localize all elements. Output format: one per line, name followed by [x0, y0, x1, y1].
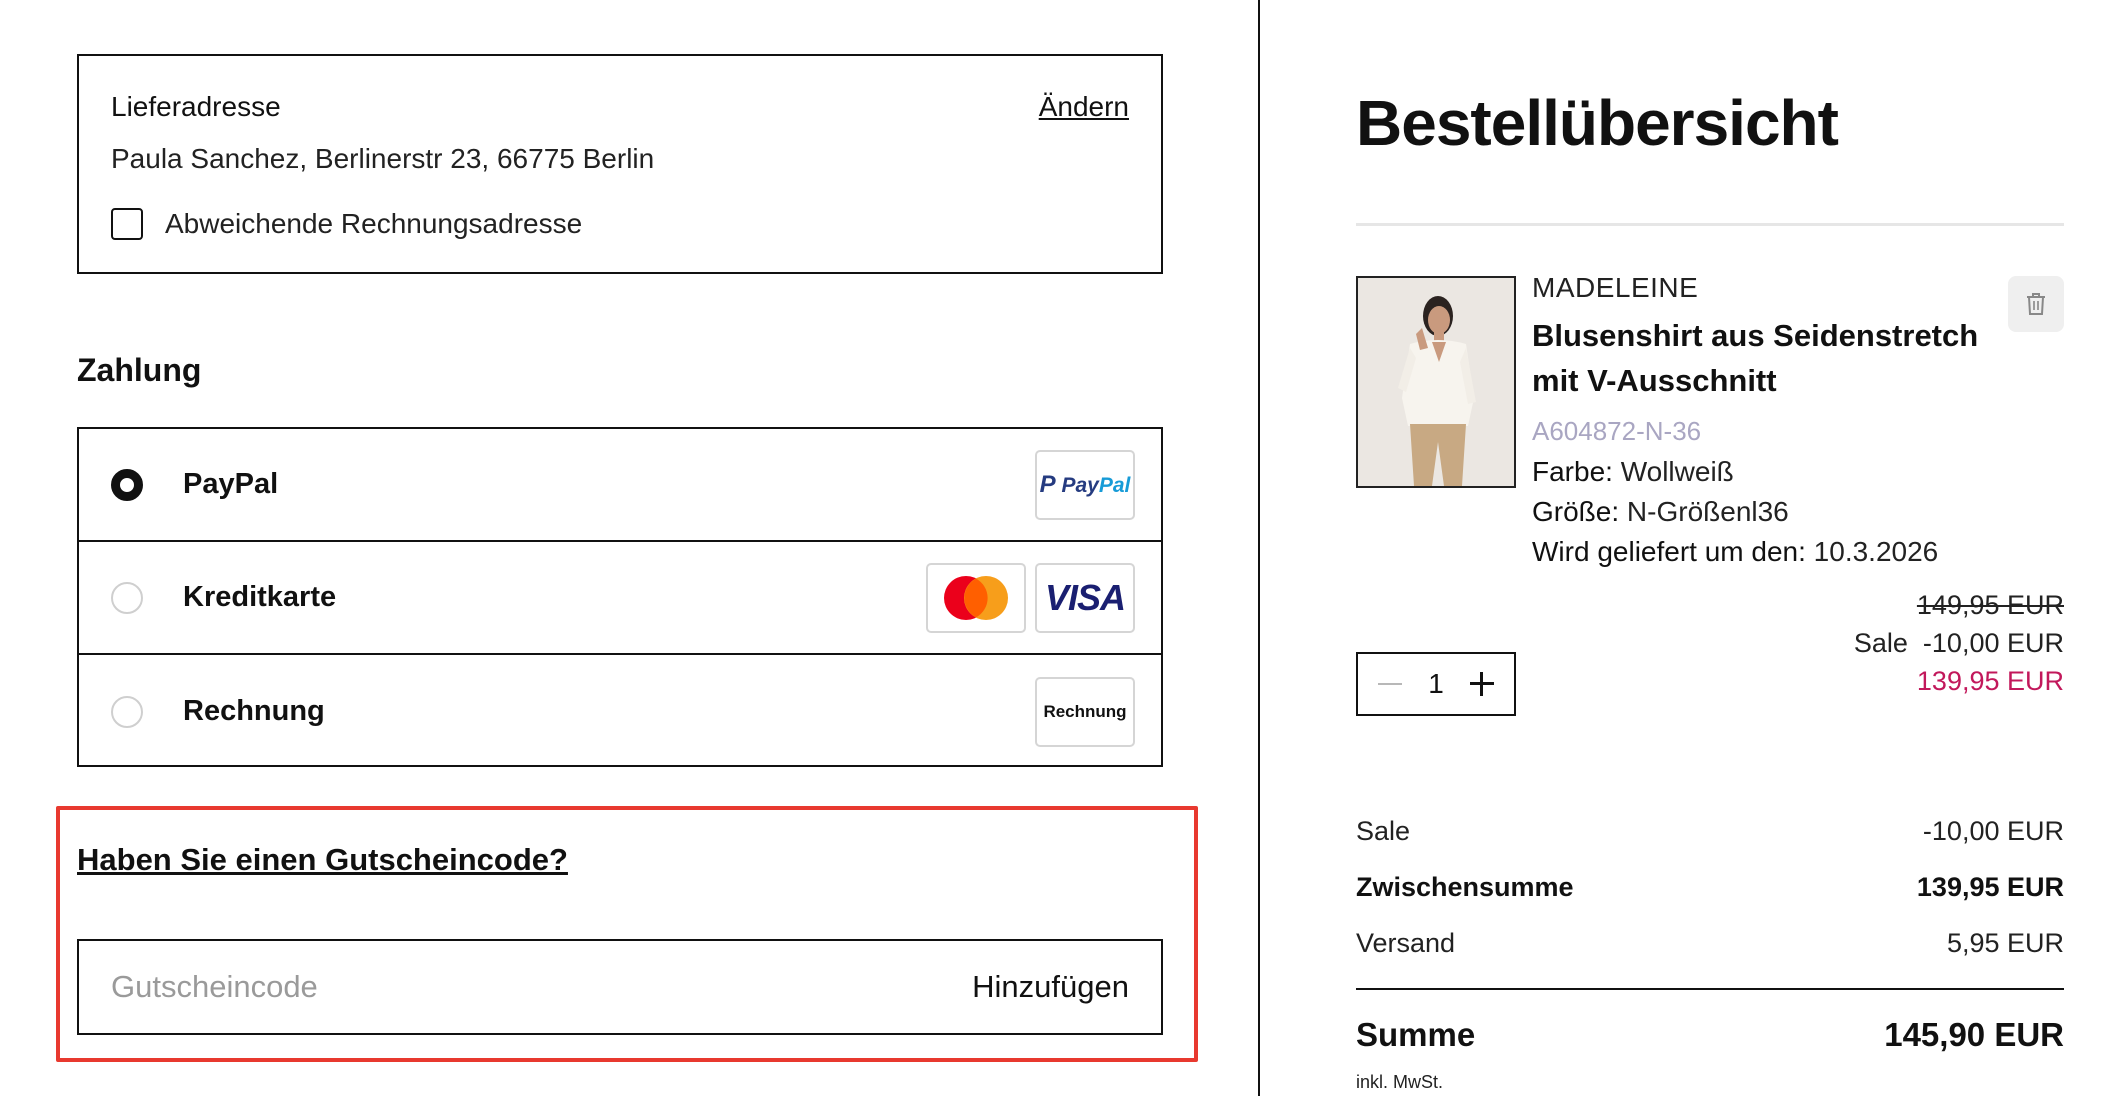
- payment-option-creditcard[interactable]: Kreditkarte VISA: [79, 542, 1161, 655]
- totals-shipping-row: Versand 5,95 EUR: [1356, 928, 2064, 958]
- payment-option-invoice[interactable]: Rechnung Rechnung: [79, 655, 1161, 768]
- totals-divider: [1356, 988, 2064, 990]
- totals-sale-row: Sale -10,00 EUR: [1356, 816, 2064, 846]
- billing-address-checkbox[interactable]: [111, 208, 143, 240]
- checkout-left-column: Lieferadresse Ändern Paula Sanchez, Berl…: [0, 0, 1258, 1096]
- sale-price: 139,95 EUR: [1916, 666, 2064, 696]
- order-summary-column: Bestellübersicht MADELEINE Blusenshirt a…: [1260, 0, 2106, 1096]
- original-price: 149,95 EUR: [1916, 590, 2064, 620]
- trash-icon: [2027, 293, 2045, 315]
- paypal-logo-icon: P PayPal: [1035, 449, 1135, 520]
- invoice-logo-icon: Rechnung: [1035, 676, 1135, 747]
- mastercard-logo-icon: [926, 562, 1026, 633]
- sum-label: Summe: [1356, 1016, 1476, 1053]
- creditcard-radio[interactable]: [111, 581, 143, 614]
- order-summary-title: Bestellübersicht: [1356, 87, 1839, 159]
- quantity-decrease-button[interactable]: [1376, 670, 1404, 698]
- product-sku: A604872-N-36: [1532, 416, 1702, 446]
- product-delivery-date: Wird geliefert um den: 10.3.2026: [1532, 536, 1939, 567]
- quantity-stepper: 1: [1356, 652, 1516, 716]
- product-name[interactable]: Blusenshirt aus Seidenstretch mit V-Auss…: [1532, 313, 2002, 403]
- delivery-address-text: Paula Sanchez, Berlinerstr 23, 66775 Ber…: [111, 143, 655, 174]
- payment-section-title: Zahlung: [77, 352, 202, 388]
- payment-options: PayPal P PayPal Kreditkarte VISA Rechnun…: [77, 427, 1163, 767]
- totals-subtotal-row: Zwischensumme 139,95 EUR: [1356, 872, 2064, 902]
- invoice-radio[interactable]: [111, 695, 143, 728]
- vat-note: inkl. MwSt.: [1356, 1072, 1444, 1092]
- billing-address-toggle[interactable]: Abweichende Rechnungsadresse: [111, 208, 582, 240]
- product-brand: MADELEINE: [1532, 272, 1699, 303]
- coupon-add-button[interactable]: Hinzufügen: [972, 969, 1129, 1005]
- checkout-page: Lieferadresse Ändern Paula Sanchez, Berl…: [0, 0, 2106, 1096]
- product-image[interactable]: [1356, 276, 1516, 488]
- change-address-link[interactable]: Ändern: [1039, 91, 1129, 123]
- creditcard-label: Kreditkarte: [183, 581, 337, 613]
- quantity-value: 1: [1428, 668, 1444, 699]
- paypal-label: PayPal: [183, 468, 279, 500]
- paypal-radio[interactable]: [111, 468, 143, 501]
- coupon-input[interactable]: [111, 969, 973, 1005]
- item-sale-discount: Sale -10,00 EUR: [1853, 628, 2064, 658]
- coupon-title-link[interactable]: Haben Sie einen Gutscheincode?: [77, 842, 568, 878]
- billing-address-label: Abweichende Rechnungsadresse: [165, 208, 583, 239]
- delivery-address-box: Lieferadresse Ändern Paula Sanchez, Berl…: [77, 54, 1163, 274]
- totals-sum-row: Summe 145,90 EUR: [1356, 1016, 2064, 1054]
- coupon-field: Hinzufügen: [77, 939, 1163, 1035]
- sum-value: 145,90 EUR: [1884, 1016, 2064, 1053]
- product-color: Farbe: Wollweiß: [1532, 456, 1734, 487]
- product-size: Größe: N-Größenl36: [1532, 496, 1789, 527]
- delivery-address-title: Lieferadresse: [111, 91, 281, 122]
- payment-option-paypal[interactable]: PayPal P PayPal: [79, 429, 1161, 542]
- summary-divider: [1356, 223, 2064, 226]
- visa-logo-icon: VISA: [1035, 562, 1135, 633]
- invoice-label: Rechnung: [183, 695, 325, 727]
- remove-item-button[interactable]: [2008, 276, 2064, 332]
- quantity-increase-button[interactable]: [1468, 670, 1496, 698]
